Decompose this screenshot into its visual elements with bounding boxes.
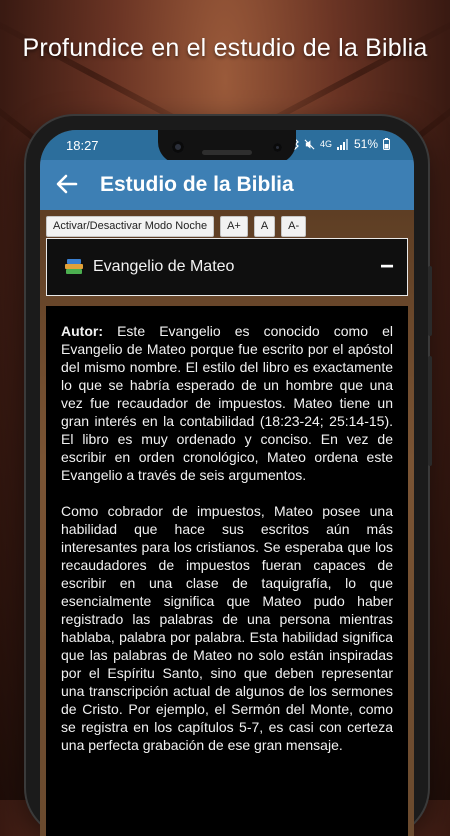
mute-icon <box>304 139 315 149</box>
chapter-header[interactable]: Evangelio de Mateo − <box>46 238 408 296</box>
font-increase-button[interactable]: A+ <box>220 216 248 237</box>
camera-notch <box>158 130 296 164</box>
paragraph: Autor: Este Evangelio es conocido como e… <box>61 322 393 484</box>
power-button <box>428 266 432 336</box>
books-icon <box>65 259 83 275</box>
front-sensor <box>273 143 282 152</box>
signal-icon <box>336 138 348 150</box>
reading-toolbar: Activar/Desactivar Modo Noche A+ A A- <box>46 216 307 237</box>
back-button[interactable] <box>40 170 94 201</box>
paragraph-text: Este Evangelio es conocido como el Evang… <box>61 323 393 483</box>
chapter-content: Autor: Este Evangelio es conocido como e… <box>46 306 408 836</box>
font-decrease-button[interactable]: A- <box>281 216 307 237</box>
battery-icon <box>383 138 390 150</box>
phone-screen: 18:27 4G 51% Estudio de la Biblia Activa… <box>40 130 414 836</box>
front-camera <box>172 141 184 153</box>
paragraph-text: Como cobrador de impuestos, Mateo posee … <box>61 503 393 753</box>
chapter-title: Evangelio de Mateo <box>93 258 235 275</box>
status-time: 18:27 <box>66 138 99 153</box>
collapse-icon[interactable]: − <box>367 253 407 281</box>
network-type: 4G <box>319 139 332 149</box>
speaker-grille <box>202 150 252 155</box>
paragraph: Como cobrador de impuestos, Mateo posee … <box>61 502 393 754</box>
night-mode-toggle-button[interactable]: Activar/Desactivar Modo Noche <box>46 216 215 237</box>
phone-frame: 18:27 4G 51% Estudio de la Biblia Activa… <box>26 116 432 836</box>
font-reset-button[interactable]: A <box>253 216 276 237</box>
battery-level: 51% <box>353 137 378 151</box>
volume-button <box>428 356 432 466</box>
author-label: Autor: <box>61 323 103 339</box>
promo-title: Profundice en el estudio de la Biblia <box>22 34 428 62</box>
app-title: Estudio de la Biblia <box>100 173 294 196</box>
app-bar: Estudio de la Biblia <box>40 160 414 210</box>
arrow-left-icon <box>56 174 78 193</box>
